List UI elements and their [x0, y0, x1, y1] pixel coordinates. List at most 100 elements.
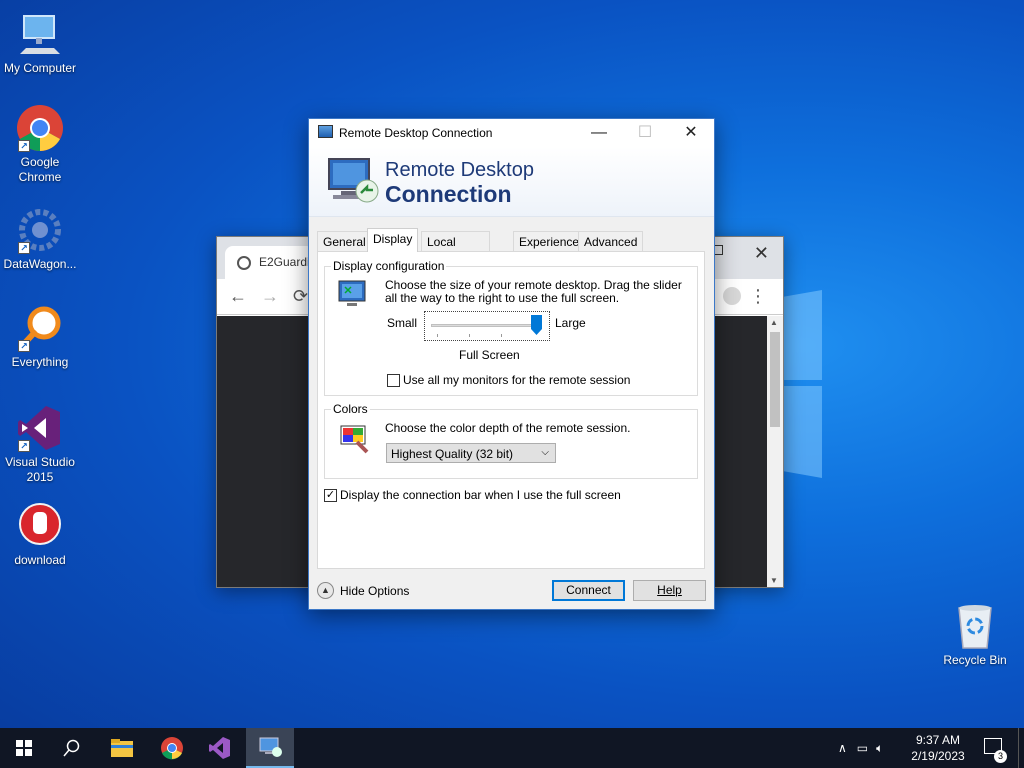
tab-display[interactable]: Display: [367, 228, 419, 252]
browser-tab-title: E2Guardi: [259, 255, 310, 269]
taskbar-file-explorer[interactable]: [98, 728, 146, 768]
desktop-icon-label: Visual Studio 2015: [5, 455, 75, 484]
color-palette-icon: [340, 425, 369, 454]
slider-min-label: Small: [387, 316, 418, 330]
desktop-icon-recycle-bin[interactable]: Recycle Bin: [935, 602, 1015, 668]
search-icon: [63, 739, 80, 757]
chevron-up-icon[interactable]: ∧: [838, 741, 847, 755]
close-icon[interactable]: ✕: [754, 243, 769, 264]
group-label: Display configuration: [331, 259, 447, 273]
system-tray: ∧ ▭ 🔈︎: [838, 728, 883, 768]
display-tab-panel: Display configuration Choose the size of…: [317, 251, 705, 569]
scroll-up-icon[interactable]: ▲: [770, 318, 778, 327]
notification-count-badge: 3: [994, 750, 1007, 763]
network-icon[interactable]: ▭: [857, 741, 868, 755]
desktop-icon-datawagon[interactable]: ↗ DataWagon...: [0, 206, 80, 272]
colors-description: Choose the color depth of the remote ses…: [385, 421, 631, 435]
connect-button[interactable]: Connect: [552, 580, 625, 601]
connection-bar-label[interactable]: Display the connection bar when I use th…: [340, 489, 621, 502]
desktop-icon-label: Recycle Bin: [943, 653, 1007, 667]
magnifier-icon: ↗: [16, 304, 64, 352]
help-button[interactable]: Help: [633, 580, 706, 601]
taskbar-visual-studio[interactable]: [196, 728, 244, 768]
visual-studio-icon: ↗: [16, 404, 64, 452]
stop-hand-icon: [16, 502, 64, 550]
taskbar-chrome[interactable]: [148, 728, 196, 768]
remote-desktop-icon: [259, 737, 282, 757]
connection-bar-checkbox[interactable]: ✓: [324, 489, 337, 502]
use-all-monitors-checkbox[interactable]: [387, 374, 400, 387]
slider-max-label: Large: [555, 316, 586, 330]
tab-local-resources[interactable]: Local Resources: [421, 231, 491, 263]
tab-general[interactable]: General: [317, 231, 372, 251]
folder-icon: [111, 739, 133, 757]
slider-track: [431, 324, 537, 327]
profile-icon[interactable]: [723, 287, 741, 305]
hide-options-link[interactable]: Hide Options: [340, 585, 409, 598]
display-monitor-icon: [338, 280, 366, 306]
colors-group: Colors Choose the color depth of the rem…: [324, 402, 698, 479]
shortcut-arrow-icon: ↗: [18, 242, 30, 254]
taskbar: ∧ ▭ 🔈︎ 9:37 AM 2/19/2023 3: [0, 728, 1024, 768]
search-button[interactable]: [48, 728, 96, 768]
slider-tick: [469, 334, 470, 337]
slider-thumb[interactable]: [531, 315, 542, 335]
shortcut-arrow-icon: ↗: [18, 140, 30, 152]
banner-title-line1: Remote Desktop: [385, 159, 534, 181]
desktop-icon-label: download: [14, 553, 66, 567]
slider-value-label: Full Screen: [459, 348, 520, 362]
windows-start-icon: [16, 740, 32, 756]
scroll-down-icon[interactable]: ▼: [770, 576, 778, 585]
chevron-down-icon: ⌵: [541, 447, 549, 458]
rdc-banner: Remote Desktop Connection: [309, 147, 714, 217]
minimize-button[interactable]: —: [579, 122, 619, 144]
rdc-window-title: Remote Desktop Connection: [339, 126, 493, 140]
rdc-titlebar[interactable]: Remote Desktop Connection — ☐ ✕: [309, 119, 714, 147]
visual-studio-icon: [209, 737, 230, 759]
taskbar-remote-desktop[interactable]: [246, 728, 294, 768]
slider-tick: [437, 334, 438, 337]
shortcut-arrow-icon: ↗: [18, 340, 30, 352]
desktop-icon-label: DataWagon...: [3, 257, 77, 271]
desktop-icon-my-computer[interactable]: My Computer: [0, 10, 80, 76]
slider-tick: [501, 334, 502, 337]
color-depth-dropdown[interactable]: Highest Quality (32 bit) ⌵: [386, 443, 556, 463]
chevron-up-icon[interactable]: ▲: [317, 582, 334, 599]
start-button[interactable]: [0, 728, 48, 768]
show-desktop-button[interactable]: [1018, 728, 1024, 768]
group-label: Colors: [331, 402, 370, 416]
desktop-icon-everything[interactable]: ↗ Everything: [0, 304, 80, 370]
browser-tab[interactable]: E2Guardi: [225, 246, 315, 279]
display-configuration-group: Display configuration Choose the size of…: [324, 259, 698, 396]
desktop-icon-download[interactable]: download: [0, 502, 80, 568]
desktop-icon-chrome[interactable]: ↗ Google Chrome: [0, 104, 80, 185]
use-all-monitors-label[interactable]: Use all my monitors for the remote sessi…: [403, 374, 630, 387]
datawagon-icon: ↗: [16, 206, 64, 254]
scroll-thumb[interactable]: [770, 332, 780, 427]
rdc-app-icon: [318, 125, 333, 138]
shortcut-arrow-icon: ↗: [18, 440, 30, 452]
back-icon[interactable]: ←: [229, 286, 247, 307]
taskbar-clock[interactable]: 9:37 AM 2/19/2023: [900, 732, 976, 764]
browser-scrollbar[interactable]: ▲ ▼: [767, 316, 783, 587]
tab-advanced[interactable]: Advanced: [578, 231, 644, 251]
globe-icon: [237, 256, 251, 270]
rdc-dialog: Remote Desktop Connection — ☐ ✕ Remote D…: [308, 118, 715, 610]
chrome-icon: [161, 737, 183, 760]
reload-icon[interactable]: ⟳: [293, 286, 308, 307]
clock-date: 2/19/2023: [911, 749, 965, 763]
close-button[interactable]: ✕: [671, 122, 711, 144]
banner-title-line2: Connection: [385, 181, 512, 207]
maximize-button[interactable]: ☐: [625, 122, 665, 144]
desktop-icon-label: My Computer: [3, 61, 77, 75]
desktop-icon-label: Google Chrome: [18, 155, 62, 184]
volume-icon[interactable]: 🔈︎: [876, 741, 883, 756]
tab-experience[interactable]: Experience: [513, 231, 586, 251]
display-size-slider[interactable]: [424, 311, 550, 341]
desktop-icon-visual-studio[interactable]: ↗ Visual Studio 2015: [0, 404, 80, 485]
computer-icon: [16, 10, 64, 58]
menu-kebab-icon[interactable]: ⋮: [749, 286, 767, 307]
forward-icon[interactable]: →: [261, 286, 279, 307]
color-depth-value: Highest Quality (32 bit): [391, 447, 514, 461]
clock-time: 9:37 AM: [915, 733, 961, 747]
